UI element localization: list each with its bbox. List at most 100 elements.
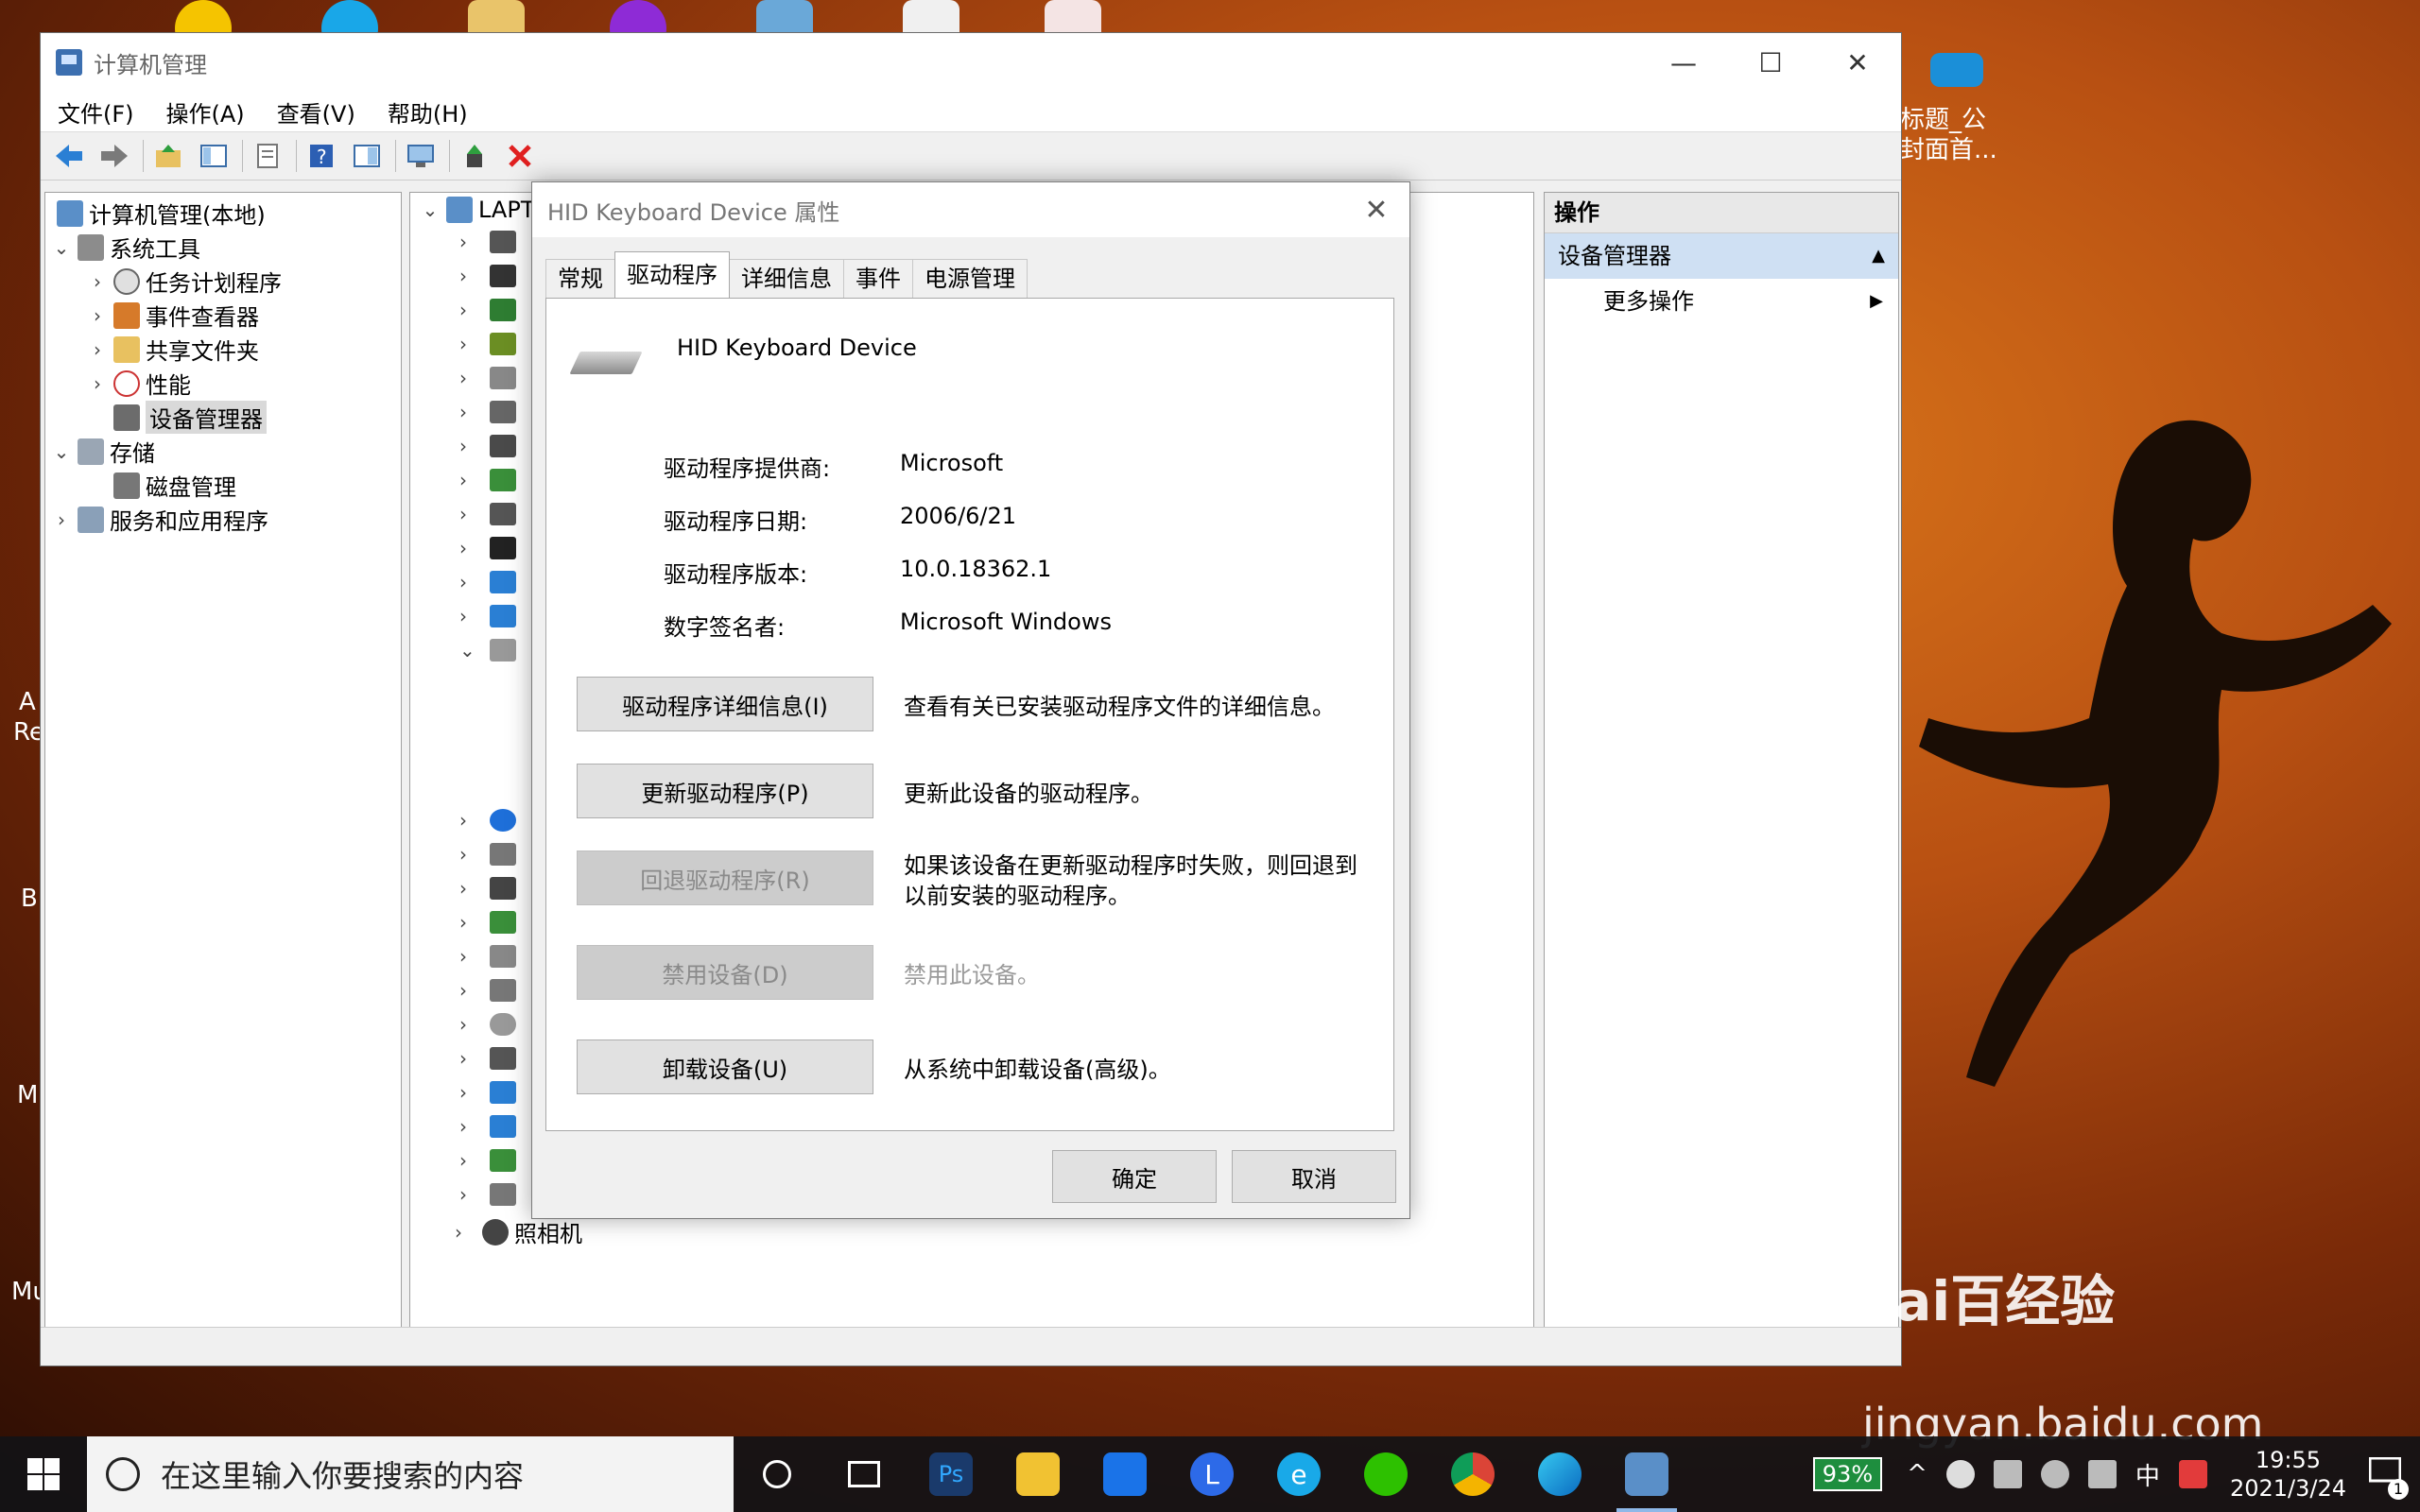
dialog-close-button[interactable]: ✕ [1343, 194, 1409, 227]
chevron-right-icon[interactable]: › [459, 979, 467, 1002]
chevron-down-icon[interactable]: ⌄ [459, 639, 475, 662]
chevron-down-icon[interactable]: ⌄ [51, 440, 72, 463]
chevron-right-icon[interactable]: › [459, 1081, 467, 1104]
battery-indicator[interactable]: 93% [1812, 1457, 1883, 1491]
ok-button[interactable]: 确定 [1052, 1150, 1217, 1203]
update-driver-icon[interactable] [458, 139, 492, 173]
chevron-right-icon[interactable]: › [459, 1115, 467, 1138]
update-driver-button[interactable]: 更新驱动程序(P) [577, 764, 873, 818]
tree-system-tools[interactable]: ⌄ 系统工具 [51, 231, 200, 264]
menu-action[interactable]: 操作(A) [166, 95, 245, 129]
ime-indicator[interactable]: 中 [2135, 1457, 2160, 1492]
chevron-right-icon[interactable]: › [459, 877, 467, 900]
chevron-right-icon[interactable]: › [459, 537, 467, 559]
minimize-button[interactable]: — [1640, 33, 1727, 92]
device-tree-root[interactable]: ⌄ LAPT [420, 197, 534, 223]
taskbar-edge[interactable] [1516, 1436, 1603, 1512]
wifi-icon[interactable] [2040, 1460, 2069, 1488]
desktop-icon-right[interactable] [1900, 53, 2014, 93]
driver-details-button[interactable]: 驱动程序详细信息(I) [577, 677, 873, 731]
cloud-icon[interactable] [1945, 1460, 1975, 1488]
tree-disk-management[interactable]: 磁盘管理 [108, 469, 236, 502]
tree-root[interactable]: 计算机管理(本地) [51, 197, 266, 230]
chevron-right-icon[interactable]: › [459, 265, 467, 287]
close-button[interactable]: ✕ [1814, 33, 1901, 92]
dialog-titlebar[interactable]: HID Keyboard Device 属性 ✕ [532, 182, 1409, 237]
taskbar-wechat[interactable] [1342, 1436, 1429, 1512]
tree-camera[interactable]: › 照相机 [448, 1215, 582, 1248]
chevron-right-icon[interactable]: › [87, 270, 108, 293]
chevron-right-icon[interactable]: › [87, 372, 108, 395]
taskbar-file-explorer[interactable] [994, 1436, 1081, 1512]
chevron-right-icon[interactable]: › [459, 469, 467, 491]
menu-help[interactable]: 帮助(H) [388, 95, 468, 129]
tree-event-viewer[interactable]: › 事件查看器 [87, 299, 259, 332]
start-button[interactable] [0, 1436, 87, 1512]
taskbar-app-l[interactable]: L [1168, 1436, 1255, 1512]
uninstall-device-button[interactable]: 卸载设备(U) [577, 1040, 873, 1094]
show-hide-tree-icon[interactable] [197, 139, 231, 173]
disable-device-button[interactable]: 禁用设备(D) [577, 945, 873, 1000]
tree-device-manager[interactable]: 设备管理器 [108, 401, 267, 434]
rollback-driver-button[interactable]: 回退驱动程序(R) [577, 850, 873, 905]
tree-task-scheduler[interactable]: › 任务计划程序 [87, 265, 282, 298]
chevron-right-icon[interactable]: › [459, 333, 467, 355]
window-titlebar[interactable]: 计算机管理 — ☐ ✕ [41, 33, 1901, 92]
view-icon[interactable] [350, 139, 384, 173]
taskbar-computer-management[interactable] [1603, 1436, 1690, 1512]
taskbar-photoshop[interactable]: Ps [908, 1436, 994, 1512]
chevron-right-icon[interactable]: › [448, 1221, 469, 1244]
chevron-right-icon[interactable]: › [459, 401, 467, 423]
chevron-right-icon[interactable]: › [459, 367, 467, 389]
menu-file[interactable]: 文件(F) [58, 95, 134, 129]
tree-storage[interactable]: ⌄ 存储 [51, 435, 155, 468]
chevron-right-icon[interactable]: › [459, 503, 467, 525]
collapse-up-icon[interactable]: ▲ [1872, 233, 1885, 279]
chevron-right-icon[interactable]: › [459, 1047, 467, 1070]
more-actions[interactable]: 更多操作 ▶ [1545, 279, 1898, 324]
taskbar-browser-e[interactable]: e [1255, 1436, 1342, 1512]
battery-icon[interactable] [1993, 1460, 2022, 1488]
menu-view[interactable]: 查看(V) [277, 95, 355, 129]
chevron-right-icon[interactable]: › [459, 231, 467, 253]
uninstall-x-icon[interactable] [503, 139, 537, 173]
chevron-right-icon[interactable]: › [459, 1183, 467, 1206]
chevron-down-icon[interactable]: ⌄ [51, 236, 72, 259]
tab-events[interactable]: 事件 [843, 259, 913, 298]
chevron-right-icon[interactable]: › [459, 1149, 467, 1172]
task-view-button[interactable] [821, 1436, 908, 1512]
back-arrow-icon[interactable] [52, 139, 86, 173]
sogou-input-icon[interactable] [2178, 1460, 2207, 1488]
chevron-right-icon[interactable]: › [459, 945, 467, 968]
chevron-right-icon[interactable]: › [51, 508, 72, 531]
forward-arrow-icon[interactable] [97, 139, 131, 173]
chevron-right-icon[interactable]: › [459, 911, 467, 934]
chevron-right-icon[interactable]: › [459, 571, 467, 593]
help-icon[interactable]: ? [304, 139, 338, 173]
tab-details[interactable]: 详细信息 [729, 259, 844, 298]
chevron-down-icon[interactable]: ⌄ [420, 198, 441, 221]
cancel-button[interactable]: 取消 [1232, 1150, 1396, 1203]
tab-driver[interactable]: 驱动程序 [614, 251, 730, 298]
chevron-up-icon[interactable]: ^ [1907, 1460, 1927, 1488]
chevron-right-icon[interactable]: › [87, 338, 108, 361]
maximize-button[interactable]: ☐ [1727, 33, 1814, 92]
taskbar-chrome[interactable] [1429, 1436, 1516, 1512]
tree-performance[interactable]: › 性能 [87, 367, 191, 400]
tree-shared-folders[interactable]: › 共享文件夹 [87, 333, 259, 366]
chevron-right-icon[interactable]: › [459, 1013, 467, 1036]
tree-services-apps[interactable]: › 服务和应用程序 [51, 503, 268, 536]
chevron-right-icon[interactable]: › [459, 435, 467, 457]
chevron-right-icon[interactable]: › [459, 299, 467, 321]
properties-icon[interactable] [251, 139, 285, 173]
monitor-icon[interactable] [404, 139, 438, 173]
taskbar-mail[interactable] [1081, 1436, 1168, 1512]
notification-center-button[interactable]: 1 [2368, 1456, 2409, 1500]
chevron-right-icon[interactable]: › [87, 304, 108, 327]
cortana-button[interactable] [734, 1436, 821, 1512]
tab-power-management[interactable]: 电源管理 [912, 259, 1028, 298]
clock[interactable]: 19:55 2021/3/24 [2230, 1446, 2346, 1503]
tab-general[interactable]: 常规 [545, 259, 615, 298]
actions-section-device-manager[interactable]: 设备管理器 ▲ [1545, 233, 1898, 279]
volume-icon[interactable] [2087, 1460, 2117, 1488]
